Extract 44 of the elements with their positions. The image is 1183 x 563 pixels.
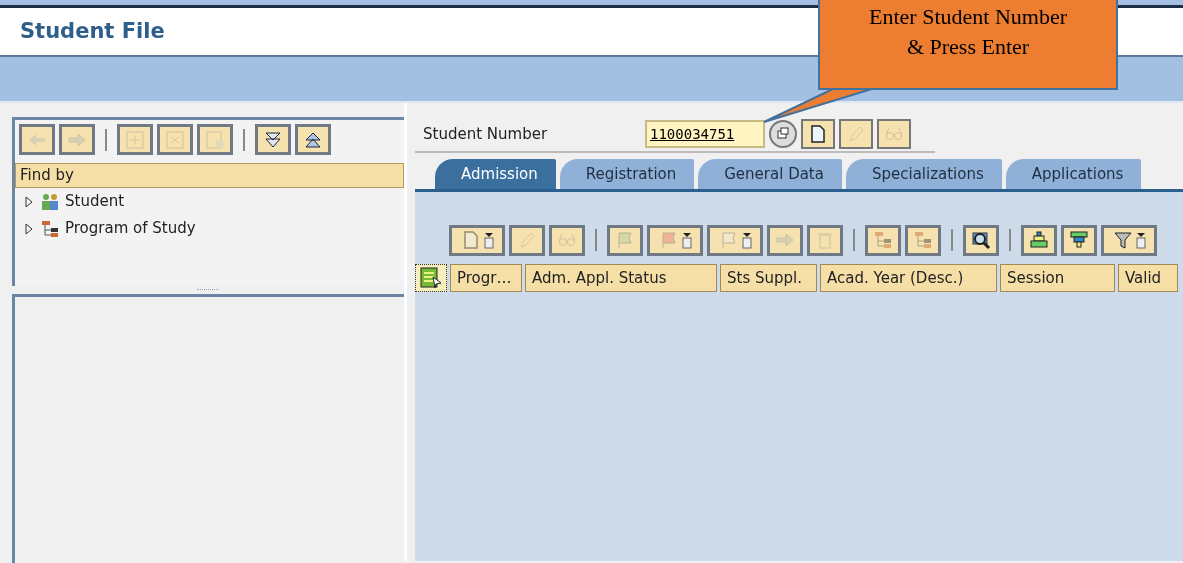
sort-descending-icon — [1068, 230, 1090, 250]
layout-button[interactable] — [415, 264, 447, 292]
expand-icon[interactable] — [23, 195, 35, 208]
column-header[interactable]: Progr… — [450, 264, 522, 292]
hierarchy-icon — [872, 230, 894, 250]
column-header[interactable]: Session — [1000, 264, 1115, 292]
tree-item[interactable]: Student — [65, 190, 125, 213]
toolbar-button[interactable] — [963, 224, 999, 256]
dropdown-icon — [680, 231, 693, 249]
field-label: Student Number — [423, 123, 549, 145]
expand-icon[interactable] — [23, 222, 35, 235]
window-title: Student File — [20, 17, 165, 45]
filter-icon — [1111, 230, 1134, 250]
grid-icon — [204, 129, 226, 150]
people-icon — [39, 191, 61, 212]
lookup-button[interactable] — [769, 120, 797, 148]
hierarchy-icon — [912, 230, 934, 250]
tab[interactable]: Applications — [1005, 159, 1142, 189]
tab[interactable]: Admission — [435, 159, 556, 189]
dropdown-icon — [482, 231, 495, 249]
column-header[interactable]: Sts Suppl. — [720, 264, 817, 292]
tree-item[interactable]: Program of Study — [65, 217, 196, 240]
dropdown-icon — [1134, 231, 1147, 249]
grid-icon — [124, 129, 146, 150]
toolbar-button[interactable] — [295, 124, 331, 155]
dropdown-icon — [740, 231, 753, 249]
grid-icon — [164, 129, 186, 150]
double-chevron-down-icon — [262, 129, 284, 150]
tab[interactable]: General Data — [698, 159, 842, 189]
student-number-field[interactable]: 1100034751 — [645, 120, 765, 148]
column-header[interactable]: Acad. Year (Desc.) — [820, 264, 997, 292]
sort-ascending-icon — [1028, 230, 1050, 250]
column-header[interactable]: Adm. Appl. Status — [525, 264, 717, 292]
search-icon — [970, 230, 992, 250]
column-header: Find by — [15, 163, 404, 188]
toolbar-button[interactable] — [1021, 224, 1057, 256]
tab[interactable]: Registration — [559, 159, 695, 189]
hierarchy-icon — [39, 218, 61, 239]
column-header[interactable]: Valid — [1118, 264, 1178, 292]
toolbar-button[interactable] — [1061, 224, 1097, 256]
toolbar-button[interactable] — [801, 119, 835, 149]
splitter-handle[interactable] — [197, 288, 219, 292]
tab[interactable]: Specializations — [845, 159, 1002, 189]
layout-icon — [419, 267, 443, 289]
